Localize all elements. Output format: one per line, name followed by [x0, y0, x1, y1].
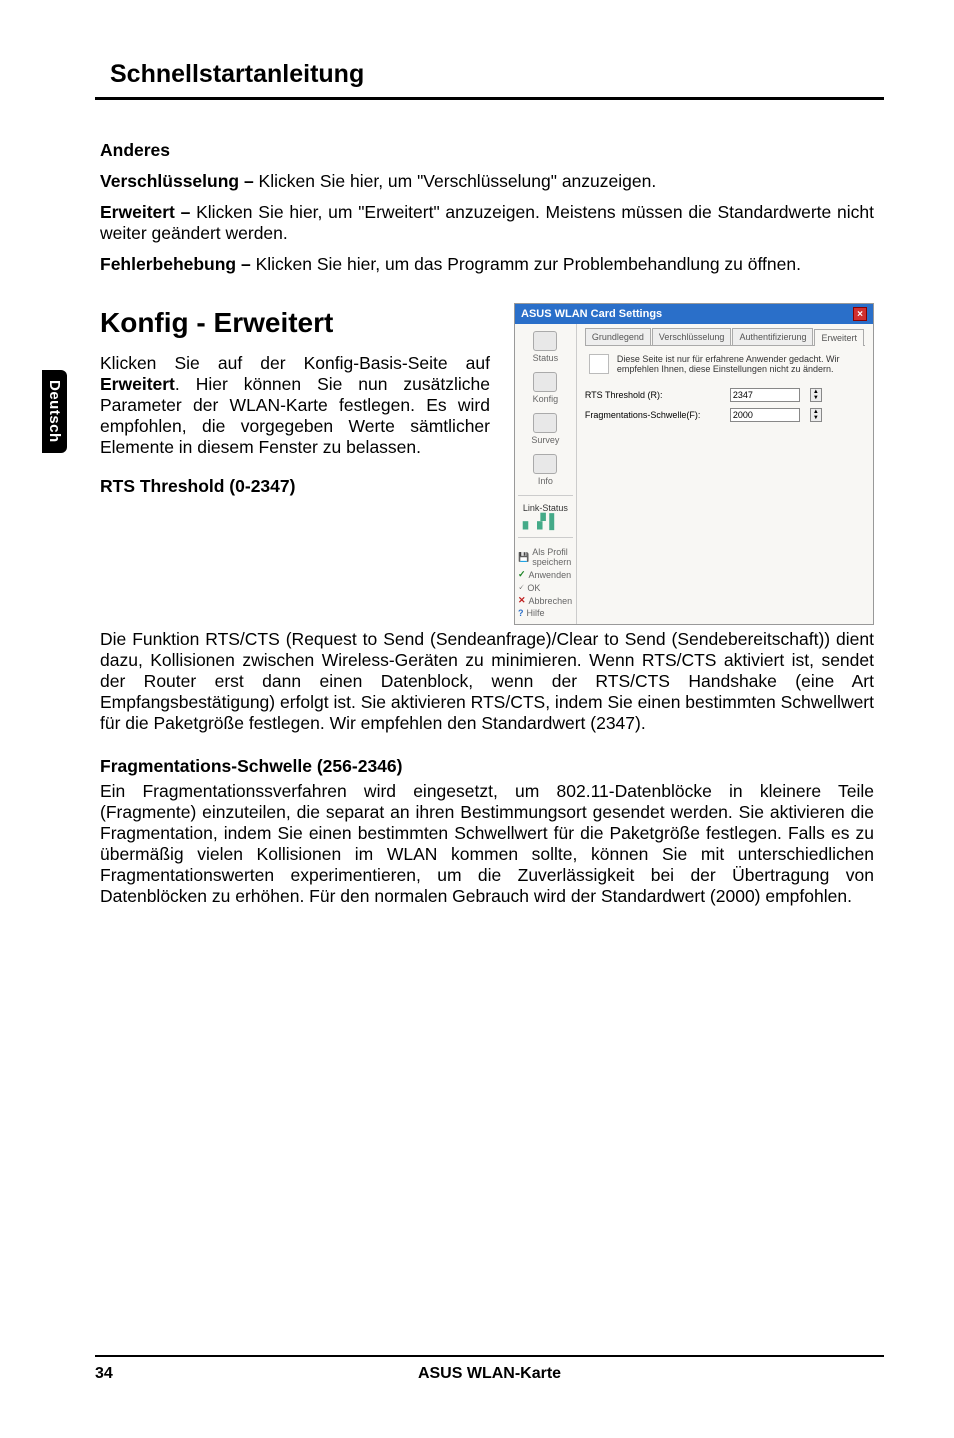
- text-troubleshoot: Klicken Sie hier, um das Programm zur Pr…: [256, 254, 801, 274]
- konfig-intro-prefix: Klicken Sie auf der Konfig-Basis-Seite a…: [100, 353, 490, 373]
- hint-text: Diese Seite ist nur für erfahrene Anwend…: [617, 354, 861, 374]
- tab-auth[interactable]: Authentifizierung: [732, 328, 813, 345]
- ok-icon: 🗸: [518, 582, 524, 593]
- sidebar-label-status: Status: [533, 353, 559, 363]
- action-help[interactable]: ? Hilfe: [518, 607, 573, 619]
- ok-label: OK: [527, 583, 540, 593]
- sidebar-item-info[interactable]: Info: [515, 452, 576, 491]
- check-icon: ✓: [518, 569, 526, 580]
- para-troubleshoot: Fehlerbehebung – Klicken Sie hier, um da…: [100, 254, 874, 275]
- settings-sidebar: Status Konfig Survey Info: [515, 324, 577, 624]
- label-troubleshoot: Fehlerbehebung –: [100, 254, 256, 274]
- sidebar-label-survey: Survey: [531, 435, 559, 445]
- settings-tabs: Grundlegend Verschlüsselung Authentifizi…: [585, 328, 865, 346]
- frag-spinner[interactable]: ▲▼: [810, 408, 822, 422]
- status-icon: [533, 331, 557, 351]
- hint-row: Diese Seite ist nur für erfahrene Anwend…: [585, 346, 865, 382]
- para-frag-body: Ein Fragmentationssverfahren wird einges…: [100, 781, 874, 907]
- save-icon: 💾: [518, 552, 529, 563]
- tab-encryption[interactable]: Verschlüsselung: [652, 328, 732, 345]
- label-advanced: Erweitert –: [100, 202, 196, 222]
- action-cancel[interactable]: ✕ Abbrechen: [518, 594, 573, 607]
- cancel-icon: ✕: [518, 595, 526, 606]
- signal-icon: ▖▗▘▌: [523, 513, 568, 530]
- action-apply[interactable]: ✓ Anwenden: [518, 568, 573, 581]
- rts-field-label: RTS Threshold (R):: [585, 390, 720, 400]
- window-title: ASUS WLAN Card Settings: [521, 308, 662, 320]
- language-side-tab: Deutsch: [42, 370, 67, 453]
- apply-label: Anwenden: [529, 570, 572, 580]
- footer-page-number: 34: [95, 1365, 155, 1383]
- para-encryption: Verschlüsselung – Klicken Sie hier, um "…: [100, 171, 874, 192]
- hint-icon: [589, 354, 609, 374]
- info-icon: [533, 454, 557, 474]
- frag-field-label: Fragmentations-Schwelle(F):: [585, 410, 720, 420]
- label-encryption: Verschlüsselung –: [100, 171, 259, 191]
- field-rts-row: RTS Threshold (R): ▲▼: [585, 388, 865, 402]
- main-content: Anderes Verschlüsselung – Klicken Sie hi…: [100, 140, 874, 907]
- sidebar-label-konfig: Konfig: [533, 394, 559, 404]
- sidebar-item-survey[interactable]: Survey: [515, 411, 576, 450]
- sidebar-link-status: Link-Status ▖▗▘▌: [523, 500, 568, 533]
- field-frag-row: Fragmentations-Schwelle(F): ▲▼: [585, 408, 865, 422]
- action-save-profile[interactable]: 💾 Als Profil speichern: [518, 546, 573, 568]
- heading-konfig-erweitert: Konfig - Erweitert: [100, 307, 490, 339]
- para-advanced: Erweitert – Klicken Sie hier, um "Erweit…: [100, 202, 874, 244]
- sidebar-item-status[interactable]: Status: [515, 329, 576, 368]
- sidebar-label-info: Info: [538, 476, 553, 486]
- footer-rule: [95, 1355, 884, 1357]
- section-anderes-heading: Anderes: [100, 140, 874, 161]
- tab-advanced[interactable]: Erweitert: [814, 329, 864, 346]
- page-header-title: Schnellstartanleitung: [110, 60, 954, 89]
- footer-product-name: ASUS WLAN-Karte: [155, 1365, 824, 1383]
- rts-input[interactable]: [730, 388, 800, 402]
- screenshot-wlan-settings: ASUS WLAN Card Settings × Status Konfig: [514, 303, 874, 625]
- page-footer: 34 ASUS WLAN-Karte: [95, 1355, 884, 1383]
- frag-input[interactable]: [730, 408, 800, 422]
- text-advanced: Klicken Sie hier, um "Erweitert" anzuzei…: [100, 202, 874, 243]
- help-label: Hilfe: [527, 608, 545, 618]
- link-status-label: Link-Status: [523, 503, 568, 513]
- text-encryption: Klicken Sie hier, um "Verschlüsselung" a…: [259, 171, 657, 191]
- para-rts-body: Die Funktion RTS/CTS (Request to Send (S…: [100, 629, 874, 734]
- save-profile-label: Als Profil speichern: [532, 547, 573, 567]
- cancel-label: Abbrechen: [529, 596, 573, 606]
- heading-frag-threshold: Fragmentations-Schwelle (256-2346): [100, 756, 874, 777]
- rts-spinner[interactable]: ▲▼: [810, 388, 822, 402]
- window-titlebar: ASUS WLAN Card Settings ×: [515, 304, 873, 324]
- help-icon: ?: [518, 608, 524, 618]
- action-ok[interactable]: 🗸 OK: [518, 581, 573, 594]
- tab-basic[interactable]: Grundlegend: [585, 328, 651, 345]
- konfig-intro-bold: Erweitert: [100, 374, 175, 394]
- sidebar-item-konfig[interactable]: Konfig: [515, 370, 576, 409]
- header-rule: [95, 97, 884, 100]
- close-icon[interactable]: ×: [853, 307, 867, 321]
- heading-rts-threshold: RTS Threshold (0-2347): [100, 476, 490, 497]
- survey-icon: [533, 413, 557, 433]
- settings-main-panel: Grundlegend Verschlüsselung Authentifizi…: [577, 324, 873, 624]
- konfig-icon: [533, 372, 557, 392]
- para-konfig-intro: Klicken Sie auf der Konfig-Basis-Seite a…: [100, 353, 490, 458]
